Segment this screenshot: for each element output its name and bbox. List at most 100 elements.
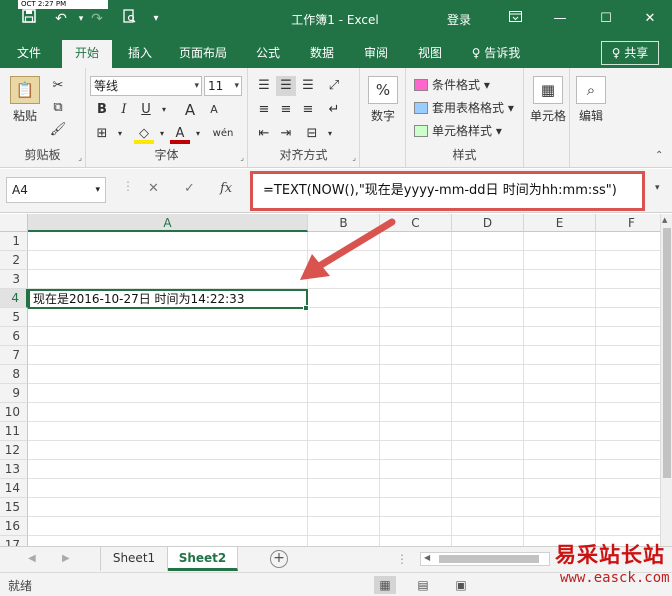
paste-button[interactable]: 📋 粘贴: [6, 76, 44, 124]
row-header-1[interactable]: 1: [0, 232, 28, 251]
page-layout-view-icon[interactable]: ▤: [412, 576, 434, 594]
name-box[interactable]: A4 ▾: [6, 177, 106, 203]
format-as-table-button[interactable]: 套用表格格式 ▾: [414, 98, 514, 118]
tab-view[interactable]: 视图: [408, 38, 452, 68]
row-header-6[interactable]: 6: [0, 327, 28, 346]
merge-center-icon[interactable]: ⊟: [302, 124, 322, 144]
align-center-icon[interactable]: ≡: [276, 100, 296, 120]
next-sheet-icon[interactable]: ▶: [62, 553, 70, 564]
format-painter-icon[interactable]: 🖌: [48, 120, 68, 140]
customize-icon[interactable]: ▾: [145, 9, 167, 29]
row-header-7[interactable]: 7: [0, 346, 28, 365]
clipboard-launcher-icon[interactable]: ⌟: [78, 153, 82, 162]
ribbon-display-icon[interactable]: [503, 10, 527, 28]
font-size-combo[interactable]: 11 ▾: [204, 76, 242, 96]
row-header-9[interactable]: 9: [0, 384, 28, 403]
row-header-14[interactable]: 14: [0, 479, 28, 498]
row-header-8[interactable]: 8: [0, 365, 28, 384]
row-header-15[interactable]: 15: [0, 498, 28, 517]
formula-input[interactable]: =TEXT(NOW(),"现在是yyyy-mm-dd日 时间为hh:mm:ss"…: [250, 171, 645, 211]
cancel-formula-button[interactable]: ✕: [148, 181, 159, 196]
tab-home[interactable]: 开始: [62, 40, 112, 68]
cell-a4[interactable]: 现在是2016-10-27日 时间为14:22:33: [28, 289, 308, 309]
normal-view-icon[interactable]: ▦: [374, 576, 396, 594]
borders-icon[interactable]: ⊞: [92, 124, 112, 144]
grow-font-button[interactable]: A: [180, 100, 200, 120]
align-bottom-icon[interactable]: ☰: [298, 76, 318, 96]
row-header-12[interactable]: 12: [0, 441, 28, 460]
editing-button[interactable]: ⌕ 编辑: [574, 76, 608, 124]
print-preview-icon[interactable]: [118, 9, 140, 29]
alignment-launcher-icon[interactable]: ⌟: [352, 153, 356, 162]
column-header-e[interactable]: E: [524, 214, 596, 232]
scroll-up-icon[interactable]: ▲: [662, 216, 667, 224]
phonetic-guide-button[interactable]: wén: [210, 124, 236, 144]
tab-review[interactable]: 审阅: [354, 38, 398, 68]
select-all-corner[interactable]: [0, 214, 28, 232]
prev-sheet-icon[interactable]: ◀: [28, 553, 36, 564]
fill-dropdown-icon[interactable]: ▾: [152, 124, 172, 144]
sheet-tab-sheet2[interactable]: Sheet2: [168, 547, 238, 571]
orientation-icon[interactable]: ⤢: [324, 76, 344, 96]
font-color-dropdown-icon[interactable]: ▾: [188, 124, 208, 144]
font-color-button[interactable]: A: [170, 124, 190, 144]
font-launcher-icon[interactable]: ⌟: [240, 153, 244, 162]
italic-button[interactable]: I: [114, 100, 134, 120]
conditional-format-button[interactable]: 条件格式 ▾: [414, 75, 490, 95]
copy-icon[interactable]: ⧉: [48, 98, 68, 118]
align-left-icon[interactable]: ≡: [254, 100, 274, 120]
maximize-icon[interactable]: ☐: [594, 10, 618, 28]
tab-file[interactable]: 文件: [8, 38, 50, 68]
fill-color-icon[interactable]: ◇: [134, 124, 154, 144]
collapse-ribbon-icon[interactable]: ⌃: [655, 150, 663, 161]
fill-handle[interactable]: [303, 305, 309, 311]
save-icon[interactable]: [18, 9, 40, 29]
align-top-icon[interactable]: ☰: [254, 76, 274, 96]
tab-split-handle-icon[interactable]: ⋮: [396, 552, 408, 566]
vertical-scrollbar[interactable]: ▲: [660, 214, 672, 546]
tab-data[interactable]: 数据: [300, 38, 344, 68]
align-middle-icon[interactable]: ☰: [276, 76, 296, 96]
tell-me-search[interactable]: ♀ 告诉我: [462, 38, 530, 68]
row-header-13[interactable]: 13: [0, 460, 28, 479]
row-header-17[interactable]: 17: [0, 536, 28, 546]
add-sheet-button[interactable]: +: [270, 550, 288, 568]
share-button[interactable]: ♀ 共享: [601, 41, 659, 65]
underline-dropdown-icon[interactable]: ▾: [154, 100, 174, 120]
bold-button[interactable]: B: [92, 100, 112, 120]
merge-dropdown-icon[interactable]: ▾: [320, 124, 340, 144]
enter-formula-button[interactable]: ✓: [184, 181, 195, 196]
column-header-f[interactable]: F: [596, 214, 660, 232]
login-link[interactable]: 登录: [447, 11, 471, 28]
row-header-10[interactable]: 10: [0, 403, 28, 422]
row-header-3[interactable]: 3: [0, 270, 28, 289]
row-header-16[interactable]: 16: [0, 517, 28, 536]
page-break-view-icon[interactable]: ▣: [450, 576, 472, 594]
borders-dropdown-icon[interactable]: ▾: [110, 124, 130, 144]
cells-button[interactable]: ▦ 单元格: [528, 76, 568, 124]
undo-icon[interactable]: ↶: [50, 9, 72, 29]
row-header-5[interactable]: 5: [0, 308, 28, 327]
redo-icon[interactable]: ↷: [86, 9, 108, 29]
decrease-indent-icon[interactable]: ⇤: [254, 124, 274, 144]
row-header-11[interactable]: 11: [0, 422, 28, 441]
underline-button[interactable]: U: [136, 100, 156, 120]
close-icon[interactable]: ✕: [638, 10, 662, 28]
cut-icon[interactable]: ✂: [48, 76, 68, 96]
sheet-tab-sheet1[interactable]: Sheet1: [100, 547, 168, 571]
align-right-icon[interactable]: ≡: [298, 100, 318, 120]
wrap-text-icon[interactable]: ↵: [324, 100, 344, 120]
font-name-combo[interactable]: 等线 ▾: [90, 76, 202, 96]
tab-insert[interactable]: 插入: [118, 38, 162, 68]
insert-function-button[interactable]: fx: [220, 181, 232, 196]
column-header-a[interactable]: A: [28, 214, 308, 232]
horizontal-scrollbar[interactable]: ◀: [420, 552, 550, 566]
tab-formulas[interactable]: 公式: [246, 38, 290, 68]
increase-indent-icon[interactable]: ⇥: [276, 124, 296, 144]
row-header-4[interactable]: 4: [0, 289, 28, 308]
horizontal-scroll-thumb[interactable]: [439, 555, 539, 563]
tab-page-layout[interactable]: 页面布局: [170, 38, 236, 68]
column-header-d[interactable]: D: [452, 214, 524, 232]
row-header-2[interactable]: 2: [0, 251, 28, 270]
cell-styles-button[interactable]: 单元格样式 ▾: [414, 121, 502, 141]
